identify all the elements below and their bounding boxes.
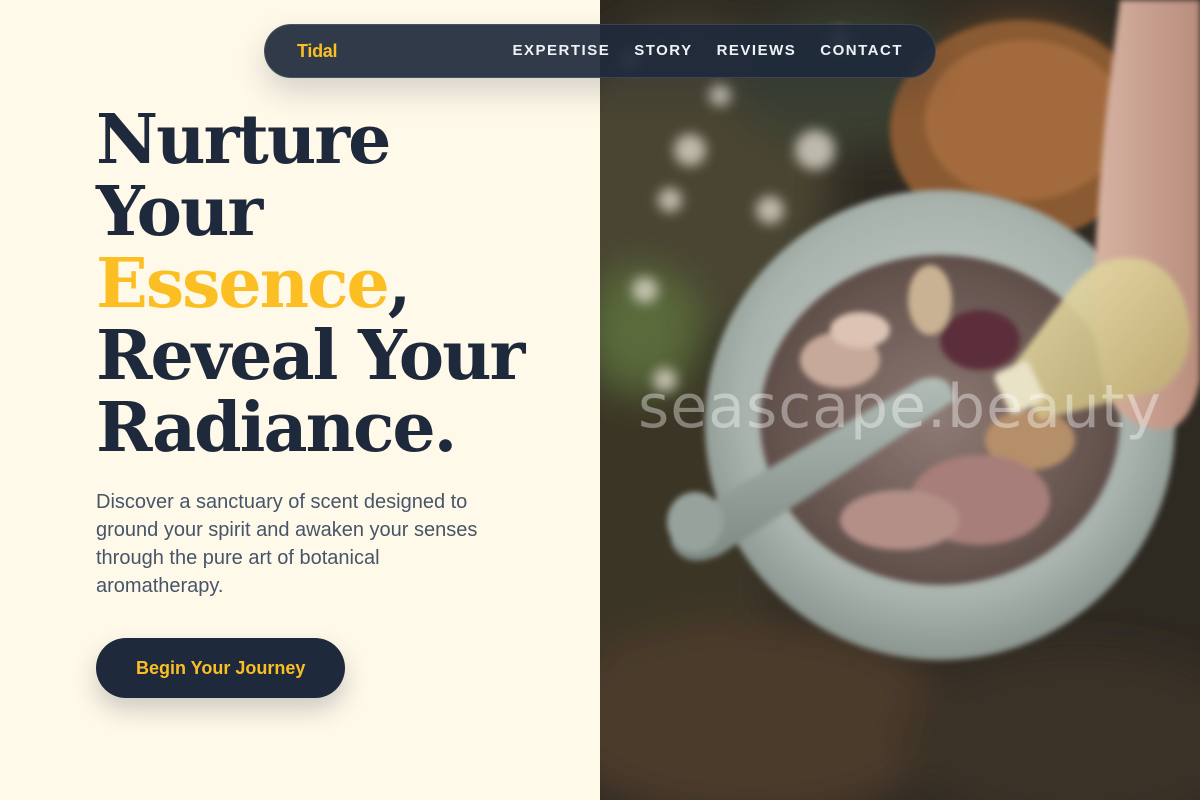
headline-line-3: Essence,: [96, 248, 566, 320]
hero-subtitle: Discover a sanctuary of scent designed t…: [96, 491, 478, 597]
hero-copy: Nurture Your Essence, Reveal Your Radian…: [96, 104, 566, 600]
hero-headline: Nurture Your Essence, Reveal Your Radian…: [96, 104, 566, 464]
top-navigation: Tidal EXPERTISE STORY REVIEWS CONTACT: [264, 24, 936, 78]
headline-line-4: Reveal Your: [96, 316, 525, 396]
headline-line-1: Nurture: [96, 100, 391, 180]
nav-links: EXPERTISE STORY REVIEWS CONTACT: [513, 42, 903, 60]
headline-comma: ,: [387, 244, 412, 324]
watermark-text: seascape.beauty: [638, 372, 1162, 442]
begin-journey-button[interactable]: Begin Your Journey: [96, 638, 346, 698]
nav-link-contact[interactable]: CONTACT: [820, 42, 903, 59]
headline-line-5: Radiance.: [96, 388, 457, 468]
hero-photo: seascape.beauty: [600, 0, 1200, 800]
brand-logo-link[interactable]: Tidal: [297, 41, 337, 62]
nav-link-expertise[interactable]: EXPERTISE: [513, 42, 611, 59]
landing-page: seascape.beauty Tidal EXPERTISE STORY RE…: [0, 0, 1200, 800]
headline-line-2: Your: [96, 172, 263, 252]
nav-link-reviews[interactable]: REVIEWS: [717, 42, 797, 59]
headline-accent-word: Essence: [96, 244, 390, 324]
nav-link-story[interactable]: STORY: [634, 42, 692, 59]
